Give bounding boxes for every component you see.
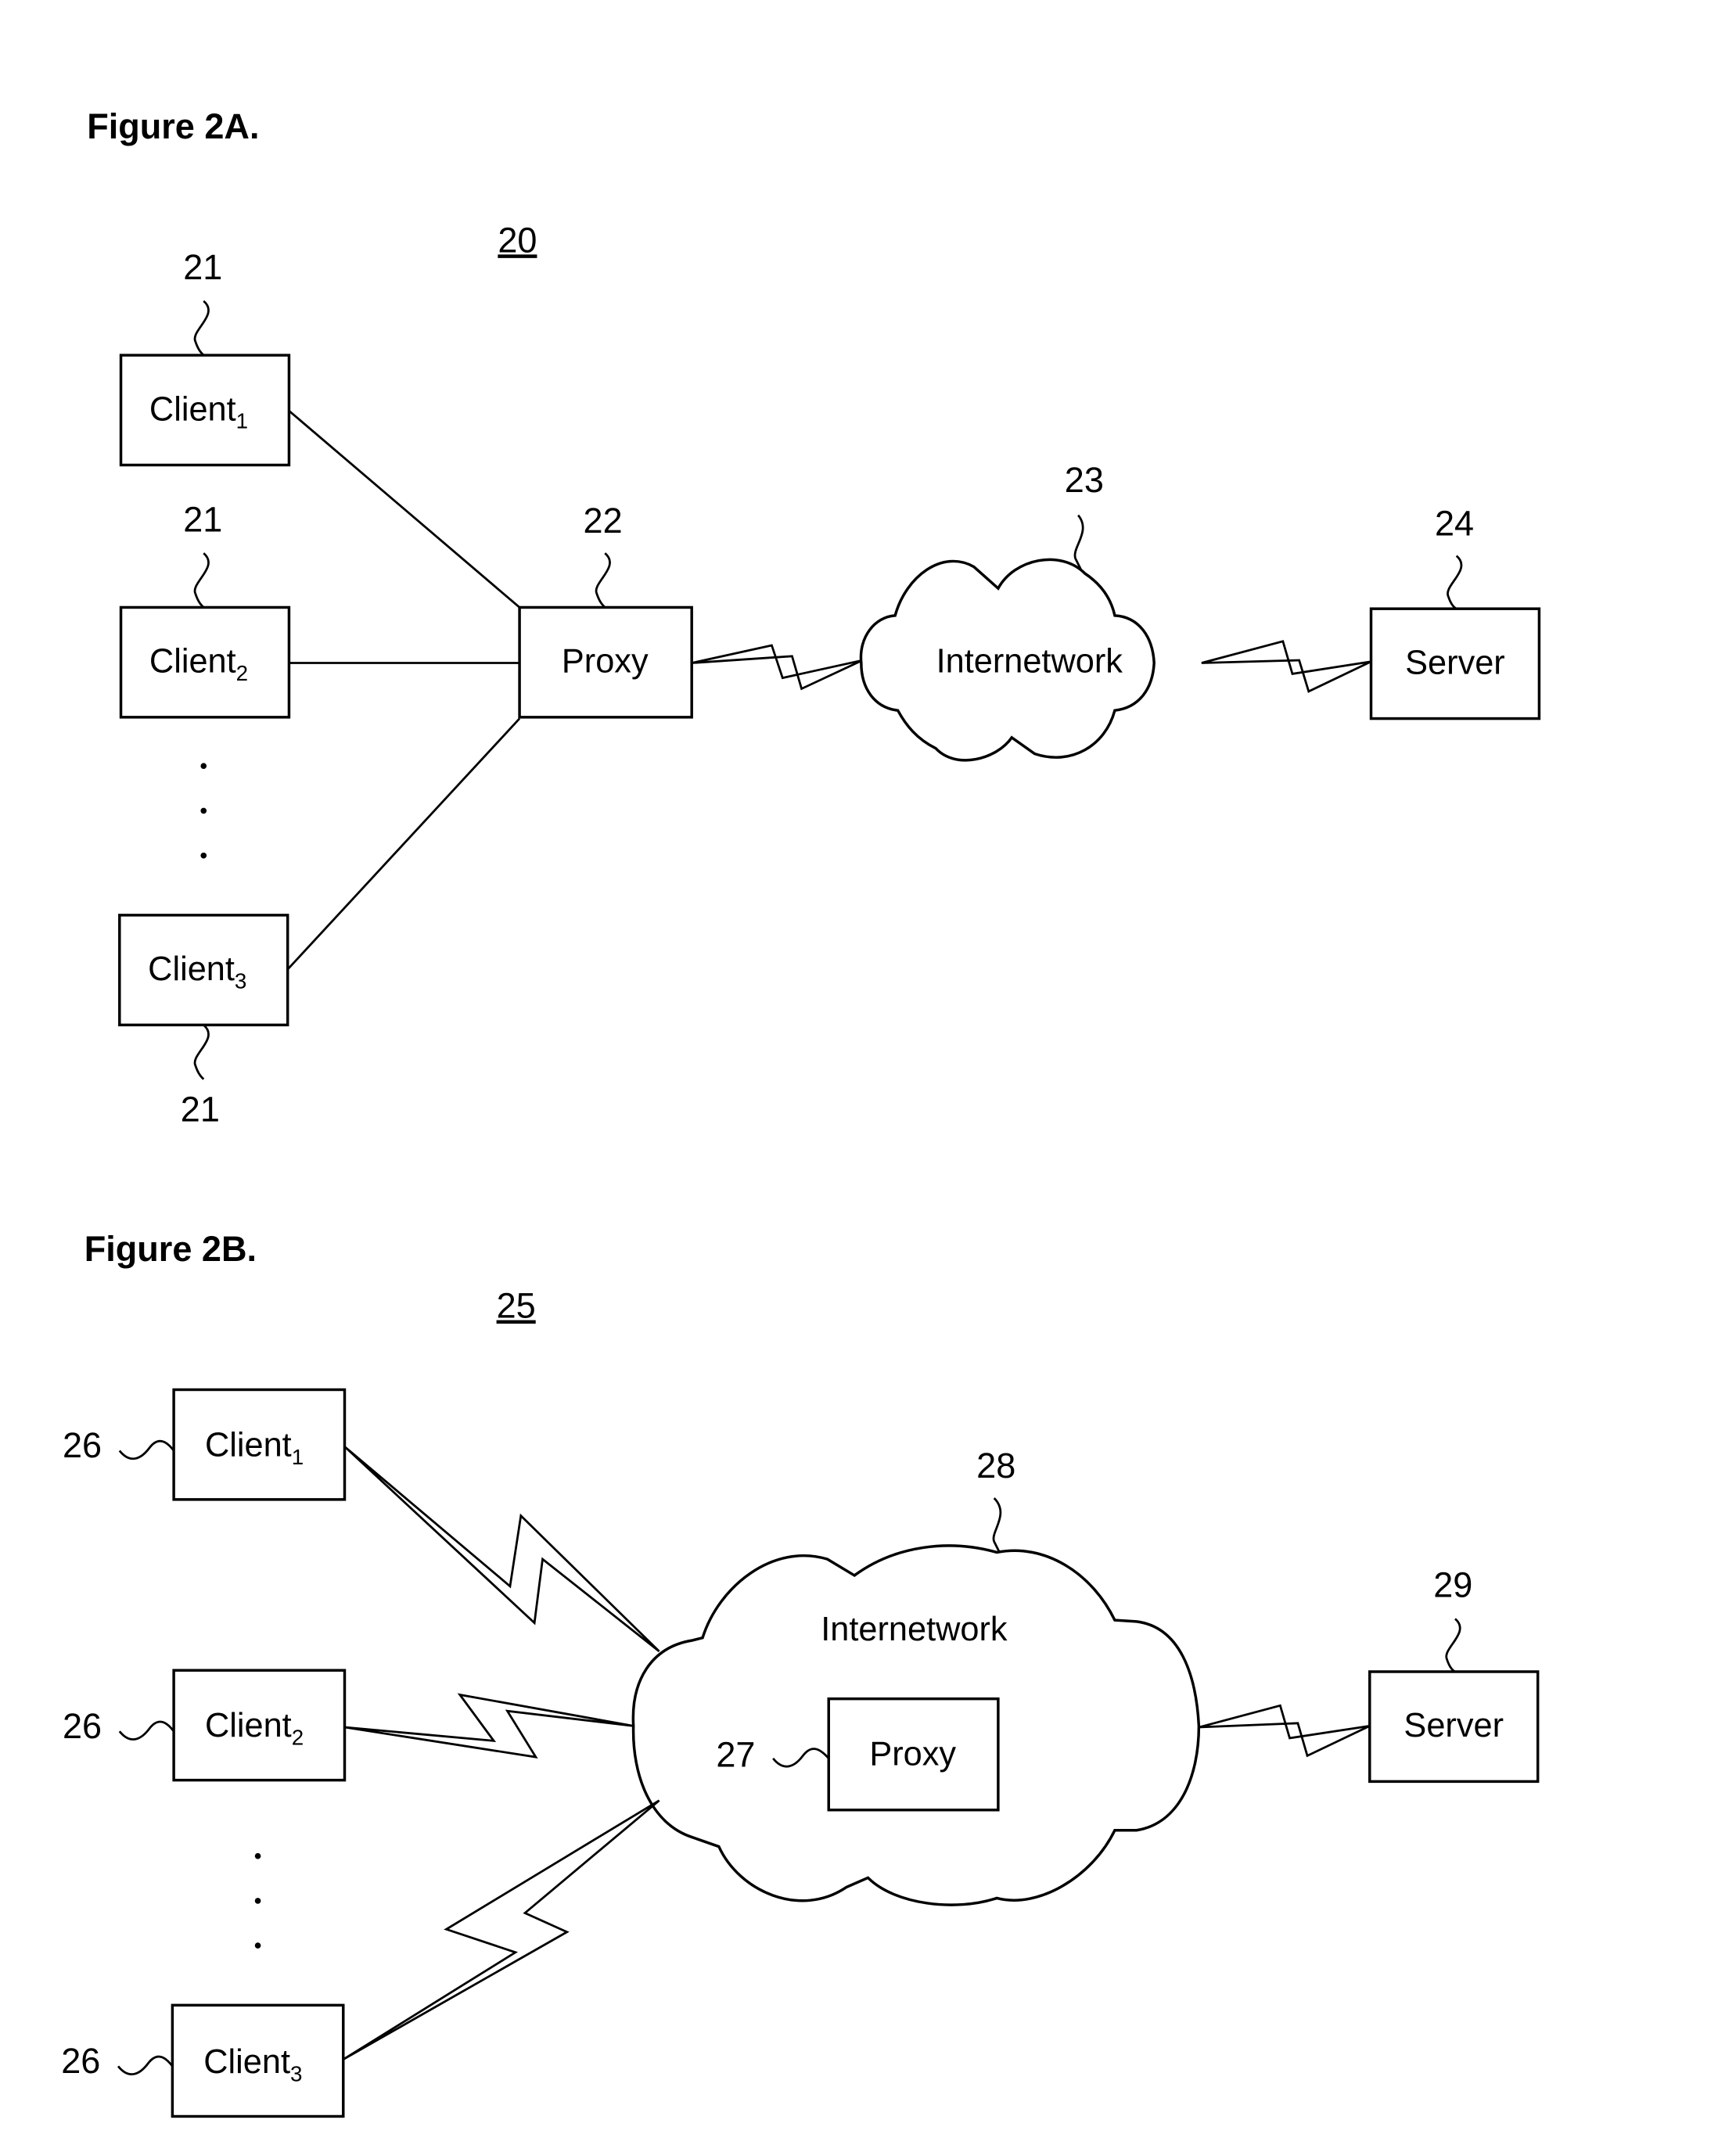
link-client3-proxy [286, 717, 521, 971]
leader-line-icon [595, 552, 611, 609]
client-1-node[interactable]: 21 Client1 [119, 247, 291, 467]
patent-drawing: Figure 2A. 20 21 Client1 21 Client2 Clie… [61, 106, 1541, 2118]
leader-line-icon [1447, 555, 1463, 610]
leader-line-icon [1445, 1618, 1461, 1673]
figure-2a-title: Figure 2A. [87, 106, 259, 146]
client-3-node[interactable]: Client3 21 [118, 914, 289, 1129]
proxy-ref: 22 [584, 501, 623, 541]
client-1-node[interactable]: 26 Client1 [63, 1388, 347, 1501]
leader-line-icon [992, 1497, 1002, 1554]
proxy-label: Proxy [562, 643, 649, 681]
client-3-node[interactable]: 26 Client3 [61, 2003, 345, 2118]
system-ref-20: 20 [498, 220, 537, 260]
client-2-ref: 26 [63, 1706, 102, 1746]
wireless-link-icon [343, 1799, 660, 2060]
leader-line-icon [1073, 514, 1084, 570]
client-3-label: Client3 [148, 950, 246, 993]
figure-2a: Figure 2A. 20 21 Client1 21 Client2 Clie… [87, 106, 1541, 1129]
client-1-ref: 21 [183, 247, 222, 287]
leader-line-icon [117, 2055, 174, 2075]
wireless-link-icon [344, 1693, 634, 1759]
proxy-ref: 27 [716, 1734, 755, 1774]
server-ref: 24 [1435, 504, 1474, 544]
client-2-label: Client2 [205, 1707, 304, 1749]
leader-line-icon [118, 1439, 175, 1460]
client-3-label: Client3 [203, 2043, 302, 2086]
leader-line-icon [193, 552, 210, 609]
internetwork-cloud[interactable]: 23 Internetwork [859, 460, 1156, 762]
client-2-label: Client2 [149, 643, 248, 685]
wireless-link-icon [691, 644, 864, 691]
proxy-node[interactable]: 22 Proxy [518, 501, 693, 719]
server-node[interactable]: 29 Server [1368, 1565, 1540, 1784]
client-1-label: Client1 [205, 1426, 304, 1468]
server-ref: 29 [1433, 1565, 1472, 1605]
client-1-label: Client1 [149, 390, 248, 433]
wireless-link-icon [1201, 640, 1372, 693]
more-clients-ellipsis [254, 1852, 261, 1949]
client-2-node[interactable]: 21 Client2 [119, 499, 291, 719]
more-clients-ellipsis [200, 763, 207, 859]
leader-line-icon [193, 300, 210, 357]
client-3-ref: 26 [61, 2041, 100, 2081]
wireless-link-icon [1199, 1704, 1371, 1758]
figure-2b: Figure 2B. 25 26 Client1 26 Client2 26 C… [61, 1229, 1540, 2118]
link-client1-proxy [288, 410, 520, 609]
server-node[interactable]: 24 Server [1369, 504, 1541, 720]
internetwork-ref: 28 [976, 1446, 1015, 1486]
client-2-node[interactable]: 26 Client2 [63, 1669, 347, 1782]
system-ref-25: 25 [497, 1286, 536, 1326]
internetwork-ref: 23 [1065, 460, 1104, 500]
figure-2b-title: Figure 2B. [84, 1229, 257, 1269]
proxy-label: Proxy [869, 1736, 956, 1773]
leader-line-icon [193, 1024, 210, 1080]
internetwork-cloud[interactable]: 28 Internetwork 27 Proxy [631, 1446, 1201, 1906]
server-label: Server [1404, 1707, 1504, 1744]
internetwork-label: Internetwork [936, 643, 1123, 681]
server-label: Server [1405, 644, 1505, 681]
client-2-ref: 21 [183, 499, 222, 539]
leader-line-icon [118, 1720, 175, 1741]
wireless-link-icon [343, 1446, 660, 1653]
client-3-ref: 21 [181, 1089, 220, 1129]
internetwork-label: Internetwork [821, 1611, 1008, 1648]
client-1-ref: 26 [63, 1425, 102, 1465]
